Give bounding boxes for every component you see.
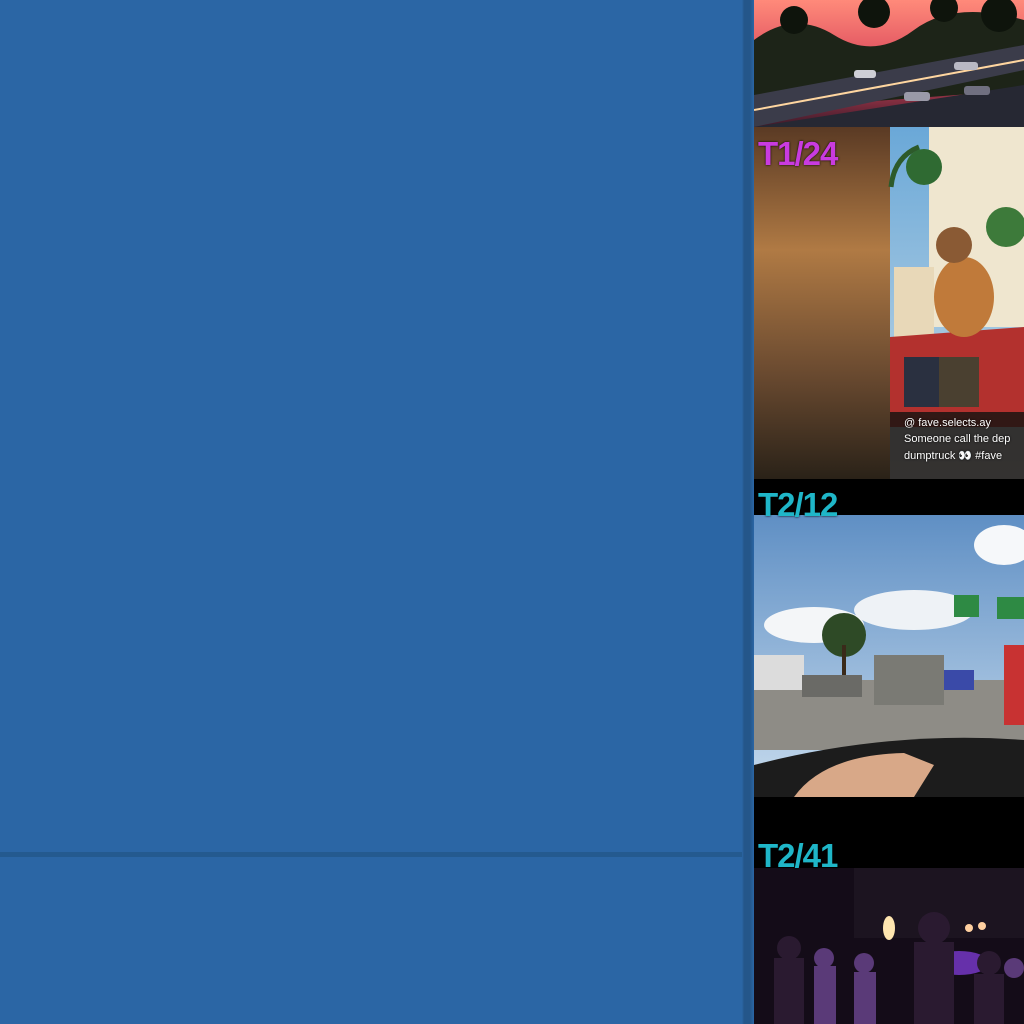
frame-strip[interactable]: @ fave.selects.ay Someone call the dep d… bbox=[754, 0, 1024, 1024]
driving-scene-image bbox=[754, 515, 1024, 797]
frame-label-t1-24: T1/24 bbox=[758, 135, 838, 172]
vertical-splitter[interactable] bbox=[742, 0, 754, 1024]
frame-thumbnail-sunset-highway[interactable] bbox=[754, 0, 1024, 127]
caption-tags: dumptruck 👀 #fave bbox=[904, 450, 1003, 462]
bottom-panel bbox=[0, 857, 742, 1024]
caption-text: Someone call the dep bbox=[904, 433, 1011, 445]
frame-thumbnail-t2-41[interactable] bbox=[754, 868, 1024, 1024]
sunset-highway-image bbox=[754, 0, 1024, 127]
frame-label-t2-12: T2/12 bbox=[758, 486, 838, 523]
frame-label-t2-41: T2/41 bbox=[758, 837, 838, 874]
main-panel bbox=[0, 0, 742, 852]
nightclub-image bbox=[754, 868, 1024, 1024]
frame-thumbnail-t1-24[interactable]: @ fave.selects.ay Someone call the dep d… bbox=[754, 127, 1024, 482]
frame-thumbnail-t2-12[interactable] bbox=[754, 515, 1024, 797]
caption-user: @ fave.selects.ay bbox=[904, 417, 991, 429]
